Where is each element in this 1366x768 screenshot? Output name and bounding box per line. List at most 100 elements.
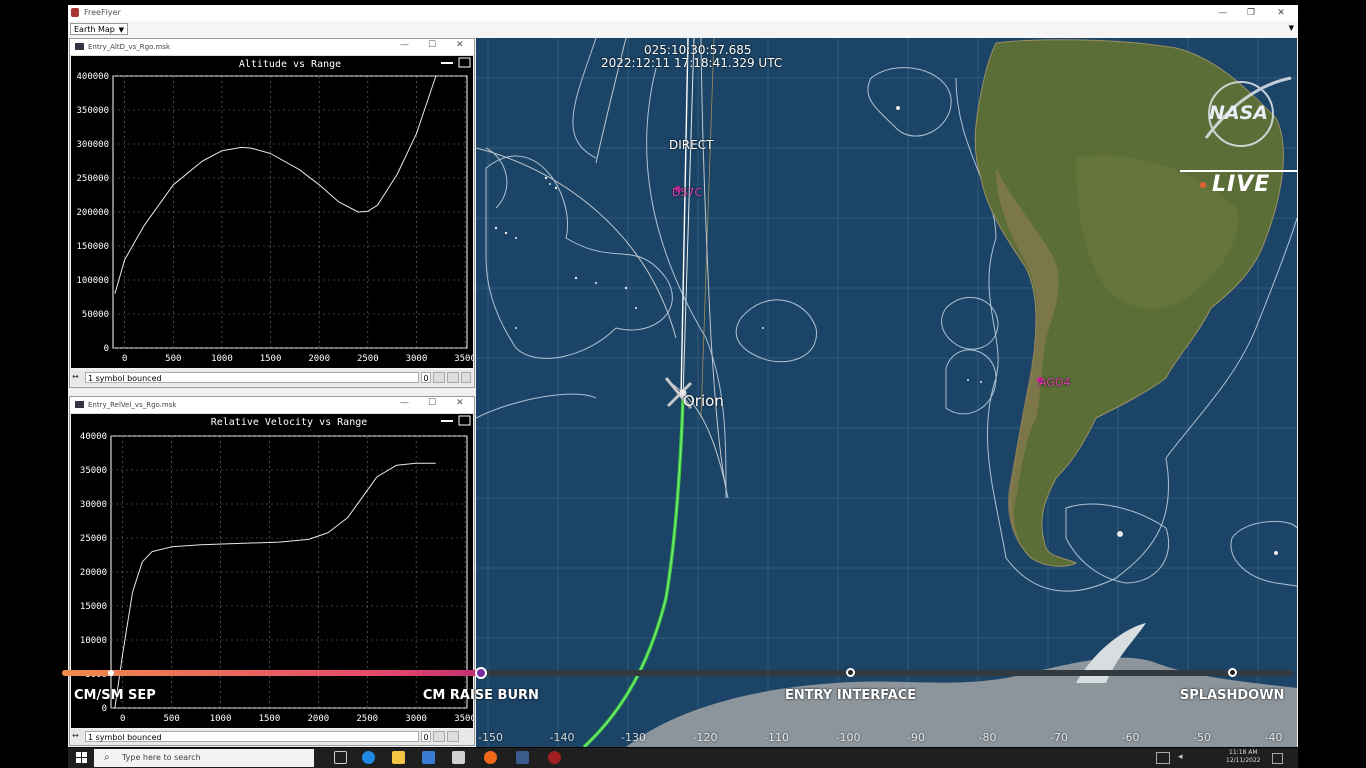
plot2-minimize-button[interactable]: —	[400, 398, 409, 408]
velocity-plot-window-title: Entry_RelVel_vs_Rgo.msk	[88, 401, 177, 409]
plot1-stepper[interactable]	[433, 372, 445, 383]
mission-elapsed-time: 025:10:30:57.685	[644, 43, 752, 57]
altitude-chart-y-tick-label: 350000	[76, 106, 109, 116]
plot1-resize-grip[interactable]	[461, 372, 471, 383]
longitude-tick-label: -40	[1264, 731, 1283, 744]
altitude-chart-y-tick-label: 300000	[76, 140, 109, 150]
plot2-status-arrow-icon[interactable]: ↔	[72, 731, 79, 740]
timeline-milestone-marker	[1227, 668, 1237, 677]
timeline-milestone-marker	[845, 668, 855, 677]
velocity-chart-y-tick-label: 20000	[80, 568, 107, 578]
plot1-close-button[interactable]: ✕	[456, 40, 464, 50]
plot1-status-field: 1 symbol bounced	[85, 372, 419, 383]
plot1-status-arrow-icon[interactable]: ↔	[72, 372, 79, 381]
altitude-chart-y-tick-label: 100000	[76, 276, 109, 286]
altitude-chart-series-line	[114, 75, 437, 294]
chevron-down-icon: ▼	[118, 26, 124, 34]
mail-icon[interactable]	[452, 751, 465, 764]
altitude-chart-x-tick-label: 1500	[260, 354, 282, 364]
plot2-stepper[interactable]	[433, 731, 445, 742]
live-dot	[1200, 182, 1206, 188]
file-explorer-icon[interactable]	[392, 751, 405, 764]
velocity-chart-minimize-icon	[441, 420, 453, 422]
minimize-button[interactable]: —	[1208, 6, 1238, 20]
menu-overflow-icon[interactable]: ▼	[1289, 24, 1294, 32]
task-view-icon[interactable]	[334, 751, 347, 764]
app-title: FreeFlyer	[84, 8, 121, 17]
velocity-chart-x-tick-label: 2500	[356, 714, 378, 724]
longitude-tick-label: -110	[764, 731, 789, 744]
longitude-tick-label: -80	[978, 731, 997, 744]
altitude-chart-minimize-icon	[441, 62, 453, 64]
altitude-chart-x-tick-label: 2500	[357, 354, 379, 364]
plot1-minimize-button[interactable]: —	[400, 40, 409, 50]
velocity-chart-title: Relative Velocity vs Range	[211, 417, 368, 428]
taskbar-clock[interactable]: 11:18 AM 12/11/2022	[1226, 749, 1261, 765]
timeline-milestone-label: ENTRY INTERFACE	[784, 688, 917, 703]
store-icon[interactable]	[422, 751, 435, 764]
altitude-vs-range-chart: Altitude vs Range 0 500 1000 1500 2000 2500 300…	[76, 57, 476, 364]
altitude-chart-restore-icon	[458, 57, 471, 68]
velocity-chart-x-tick-label: 3500	[454, 714, 473, 724]
timeline-milestone-label: CM RAISE BURN	[422, 688, 539, 703]
velocity-chart-x-tick-label: 3000	[405, 714, 427, 724]
altitude-plot-area: Altitude vs Range 0 500 1000 1500 2000 2500 300…	[71, 56, 476, 368]
altitude-chart-x-tick-label: 2000	[308, 354, 330, 364]
altitude-plot-titlebar: Entry_AltD_vs_Rgo.msk — ☐ ✕	[70, 39, 474, 56]
velocity-plot-titlebar: Entry_RelVel_vs_Rgo.msk — ☐ ✕	[70, 397, 474, 414]
plot2-status-value[interactable]: 0	[421, 731, 431, 742]
plot-window-icon	[75, 43, 84, 50]
tray-network-icon[interactable]	[1156, 752, 1170, 764]
app-taskbar-icon[interactable]	[548, 751, 561, 764]
longitude-tick-label: -100	[835, 731, 861, 744]
menu-bar: Earth Map ▼ ▼	[68, 21, 1298, 39]
tray-volume-icon[interactable]: ◂	[1178, 752, 1183, 762]
utc-time: 2022:12:11 17:18:41.329 UTC	[601, 56, 783, 70]
velocity-chart-x-tick-label: 2000	[307, 714, 329, 724]
maximize-button[interactable]: ❐	[1236, 6, 1266, 20]
plot1-option-button[interactable]	[447, 372, 459, 383]
longitude-tick-label: -60	[1121, 731, 1140, 744]
plot1-maximize-button[interactable]: ☐	[428, 40, 436, 50]
altitude-chart-y-tick-label: 150000	[76, 242, 109, 252]
altitude-chart-x-tick-label: 500	[165, 354, 181, 364]
velocity-chart-y-tick-label: 25000	[80, 534, 107, 544]
altitude-chart-x-tick-label: 3000	[406, 354, 428, 364]
altitude-chart-y-tick-label: 200000	[76, 208, 109, 218]
velocity-chart-y-tick-label: 40000	[80, 432, 107, 442]
longitude-tick-label: -90	[907, 731, 925, 744]
plot2-close-button[interactable]: ✕	[456, 398, 464, 408]
orion-label: Orion	[683, 392, 724, 410]
altitude-chart-x-tick-label: 1000	[211, 354, 233, 364]
altitude-chart-x-tick-label: 0	[122, 354, 127, 364]
title-bar: FreeFlyer — ❐ ✕	[68, 5, 1298, 21]
live-badge: LIVE	[1212, 172, 1271, 197]
velocity-chart-x-tick-label: 1500	[259, 714, 281, 724]
search-icon: ⌕	[104, 752, 110, 763]
timeline-milestone-label: SPLASHDOWN	[1179, 688, 1285, 703]
earth-map[interactable]: 025:10:30:57.685 2022:12:11 17:18:41.329…	[476, 38, 1297, 747]
altitude-chart-y-tick-label: 50000	[82, 310, 109, 320]
altitude-chart-y-tick-label: 0	[104, 344, 109, 354]
velocity-chart-y-tick-label: 10000	[80, 636, 107, 646]
ago4-label: AGO4	[1039, 376, 1071, 389]
taskbar-search-box[interactable]: ⌕ Type here to search	[94, 749, 314, 767]
view-selector-value: Earth Map	[74, 25, 115, 34]
windows-start-icon[interactable]	[76, 752, 87, 763]
plot2-option-button[interactable]	[447, 731, 459, 742]
firefox-icon[interactable]	[484, 751, 497, 764]
plot-window-icon	[75, 401, 84, 408]
view-selector-dropdown[interactable]: Earth Map ▼	[70, 23, 128, 35]
altitude-chart-x-tick-label: 3500	[454, 354, 473, 364]
longitude-tick-label: -150	[478, 731, 503, 744]
notification-icon[interactable]	[1272, 753, 1283, 764]
plot1-status-value[interactable]: 0	[421, 372, 431, 383]
freeflyer-taskbar-icon[interactable]	[516, 751, 529, 764]
edge-browser-icon[interactable]	[362, 751, 375, 764]
altitude-plot-window[interactable]: Entry_AltD_vs_Rgo.msk — ☐ ✕ Altitude vs …	[69, 38, 476, 388]
longitude-tick-label: -70	[1050, 731, 1068, 744]
mission-timeline: CM/SM SEP CM RAISE BURN ENTRY INTERFACE SPL…	[0, 650, 1366, 710]
close-button[interactable]: ✕	[1266, 6, 1296, 20]
plot2-status-field: 1 symbol bounced	[85, 731, 419, 742]
plot2-maximize-button[interactable]: ☐	[428, 398, 436, 408]
